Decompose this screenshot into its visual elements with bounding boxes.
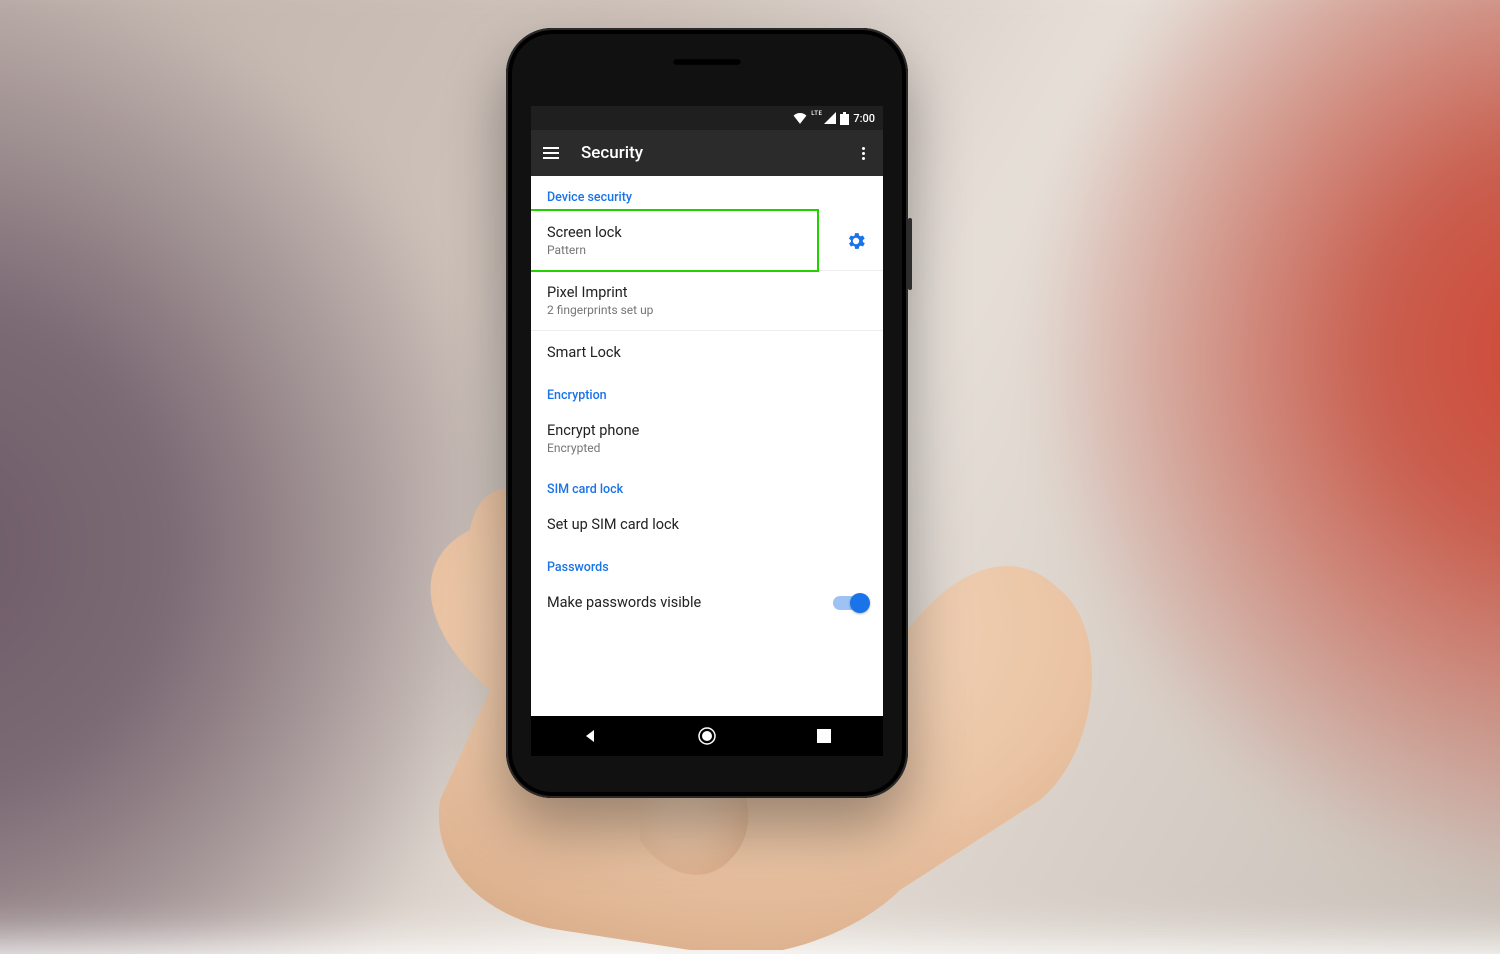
recents-icon[interactable] <box>813 725 835 747</box>
android-nav-bar <box>531 716 883 756</box>
section-device-security: Device security <box>531 176 883 211</box>
smart-lock-title: Smart Lock <box>547 344 867 361</box>
row-sim-setup[interactable]: Set up SIM card lock <box>531 503 883 546</box>
row-encrypt-phone[interactable]: Encrypt phone Encrypted <box>531 409 883 468</box>
app-bar: Security <box>531 130 883 176</box>
encrypt-phone-title: Encrypt phone <box>547 422 867 439</box>
home-icon[interactable] <box>696 725 718 747</box>
page-title: Security <box>581 143 833 163</box>
menu-icon[interactable] <box>541 143 561 163</box>
phone-frame: LTE 7:00 Security Device security Screen… <box>506 28 908 798</box>
row-screen-lock[interactable]: Screen lock Pattern <box>531 211 883 270</box>
encrypt-phone-subtitle: Encrypted <box>547 441 867 455</box>
cell-signal-icon <box>824 112 836 124</box>
screen-lock-subtitle: Pattern <box>547 243 833 257</box>
row-smart-lock[interactable]: Smart Lock <box>531 331 883 374</box>
section-passwords: Passwords <box>531 546 883 581</box>
pixel-imprint-title: Pixel Imprint <box>547 284 867 301</box>
phone-screen: LTE 7:00 Security Device security Screen… <box>531 106 883 756</box>
passwords-visible-title: Make passwords visible <box>547 594 821 611</box>
back-icon[interactable] <box>579 725 601 747</box>
sim-setup-title: Set up SIM card lock <box>547 516 867 533</box>
screen-lock-title: Screen lock <box>547 224 833 241</box>
status-bar: LTE 7:00 <box>531 106 883 130</box>
row-pixel-imprint[interactable]: Pixel Imprint 2 fingerprints set up <box>531 271 883 330</box>
lte-label: LTE <box>811 110 822 117</box>
settings-list: Device security Screen lock Pattern Pixe… <box>531 176 883 716</box>
battery-icon <box>840 112 849 125</box>
clock-text: 7:00 <box>853 112 875 125</box>
overflow-icon[interactable] <box>853 143 873 163</box>
toggle-switch[interactable] <box>833 596 867 610</box>
section-sim-lock: SIM card lock <box>531 468 883 503</box>
section-encryption: Encryption <box>531 374 883 409</box>
gear-icon[interactable] <box>845 230 867 252</box>
pixel-imprint-subtitle: 2 fingerprints set up <box>547 303 867 317</box>
row-passwords-visible[interactable]: Make passwords visible <box>531 581 883 624</box>
wifi-icon <box>793 112 807 124</box>
